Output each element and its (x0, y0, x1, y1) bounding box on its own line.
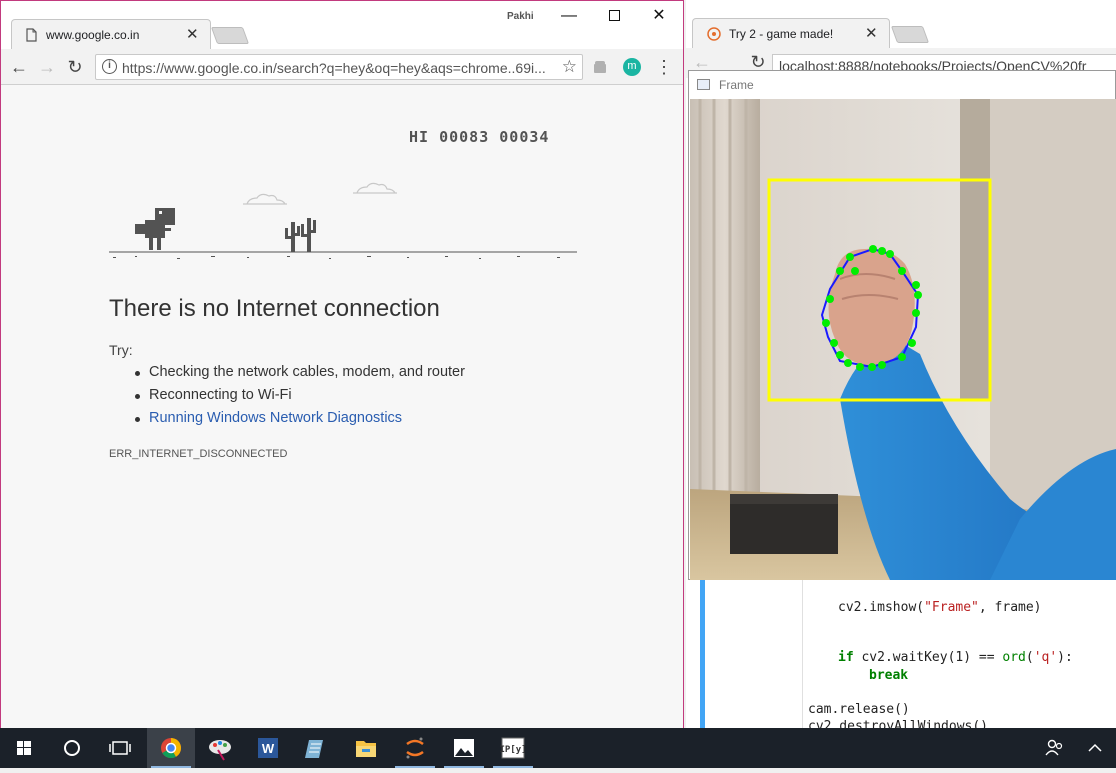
file-explorer-icon[interactable] (342, 728, 390, 768)
bookmark-star-icon[interactable]: ☆ (562, 57, 577, 77)
cloud-icon (353, 182, 397, 194)
minimize-button[interactable]: — (549, 5, 589, 27)
extension-m-icon[interactable]: m (623, 58, 641, 76)
forward-button[interactable]: → (35, 55, 59, 79)
ipython-icon[interactable]: IP[y] (489, 728, 537, 768)
page-content: HI 00083 00034 There is no Internet conn… (1, 86, 683, 728)
reload-button[interactable]: ↻ (63, 55, 87, 79)
maximize-icon (608, 10, 620, 21)
code-token: ( (1025, 650, 1034, 665)
code-line[interactable]: break (869, 668, 908, 683)
ground-bumps (113, 256, 560, 259)
suggestion-item: Reconnecting to Wi-Fi (135, 387, 292, 403)
suggestion-item: Checking the network cables, modem, and … (135, 364, 465, 380)
chrome-icon[interactable] (147, 728, 195, 768)
code-line[interactable]: if cv2.waitKey(1) == ord('q'): (838, 650, 1073, 665)
cloud-icon (243, 193, 287, 205)
tab-close-icon[interactable]: ✕ (186, 25, 199, 43)
new-tab-button[interactable] (210, 27, 250, 44)
cactus-icon (285, 218, 316, 252)
network-diagnostics-link[interactable]: Running Windows Network Diagnostics (134, 410, 402, 426)
frame-title: Frame (719, 78, 754, 92)
address-bar[interactable]: i https://www.google.co.in/search?q=hey&… (95, 54, 583, 80)
notebook-cell[interactable]: cv2.imshow("Frame", frame) if cv2.waitKe… (686, 580, 1116, 728)
error-code: ERR_INTERNET_DISCONNECTED (109, 448, 288, 460)
close-button[interactable]: ✕ (639, 5, 679, 27)
taskbar: W IP[y] (0, 728, 1116, 768)
cortana-search-icon[interactable] (48, 728, 96, 768)
jupyter-icon (707, 27, 721, 41)
t-rex-icon (135, 208, 175, 250)
code-line[interactable]: cam.release() (808, 702, 910, 717)
page-icon (26, 28, 37, 42)
chrome-window-right: Try 2 - game made! ✕ ← ↻ localhost:8888/… (686, 0, 1116, 728)
jupyter-icon[interactable] (391, 728, 439, 768)
try-label: Try: (109, 342, 133, 358)
code-string: "Frame" (924, 600, 979, 615)
frame-titlebar[interactable]: Frame (689, 71, 1115, 99)
code-token: cv2.imshow( (838, 600, 925, 615)
chrome-window-left: www.google.co.in ✕ Pakhi — ✕ ← → ↻ i htt… (0, 0, 684, 728)
dino-score: HI 00083 00034 (409, 128, 550, 146)
windows-start-icon[interactable] (0, 728, 48, 768)
code-token: , frame) (978, 600, 1042, 615)
chevron-up-icon[interactable] (1080, 728, 1110, 768)
tab-google[interactable]: www.google.co.in ✕ (11, 19, 211, 49)
profile-name[interactable]: Pakhi (507, 11, 534, 22)
tab-strip: www.google.co.in ✕ Pakhi — ✕ (1, 1, 683, 49)
photos-icon[interactable] (440, 728, 488, 768)
svg-text:IP[y]: IP[y] (499, 745, 526, 755)
error-heading: There is no Internet connection (109, 295, 440, 322)
webcam-frame (690, 99, 1116, 580)
people-icon[interactable] (1040, 728, 1070, 768)
code-line[interactable]: cv2.destroyAllWindows() (808, 719, 988, 728)
code-string: 'q' (1033, 650, 1058, 665)
code-token: ): (1057, 650, 1073, 665)
svg-text:W: W (262, 741, 275, 756)
cell-selection-bar (700, 580, 705, 728)
webcam-image (690, 99, 1116, 580)
extension-m-label: m (627, 60, 637, 72)
task-view-icon[interactable] (96, 728, 144, 768)
toolbar: ← → ↻ i https://www.google.co.in/search?… (1, 49, 683, 85)
back-button[interactable]: ← (7, 55, 31, 79)
maximize-button[interactable] (594, 5, 634, 27)
tab-jupyter[interactable]: Try 2 - game made! ✕ (692, 18, 890, 48)
word-icon[interactable]: W (244, 728, 292, 768)
extension-android-icon[interactable] (591, 58, 609, 76)
tab-close-icon[interactable]: ✕ (865, 24, 878, 42)
tab-title: Try 2 - game made! (729, 27, 834, 41)
url-text[interactable]: https://www.google.co.in/search?q=hey&oq… (122, 60, 552, 76)
menu-icon[interactable]: ⋮ (655, 57, 673, 77)
dino-game-canvas[interactable] (107, 178, 579, 262)
paint-icon[interactable] (196, 728, 244, 768)
tab-strip-right: Try 2 - game made! ✕ (686, 0, 1116, 48)
code-line[interactable]: cv2.imshow("Frame", frame) (838, 600, 1042, 615)
info-icon[interactable]: i (102, 59, 117, 74)
code-token: cv2.waitKey(1) == (853, 650, 1003, 665)
opencv-frame-window[interactable]: Frame (688, 70, 1116, 580)
code-keyword: if (838, 650, 854, 665)
code-builtin: ord (1002, 650, 1026, 665)
cell-gutter (802, 580, 803, 728)
tab-title: www.google.co.in (46, 28, 140, 42)
new-tab-button[interactable] (890, 26, 930, 43)
notepad-icon[interactable] (293, 728, 341, 768)
window-icon (697, 79, 710, 90)
